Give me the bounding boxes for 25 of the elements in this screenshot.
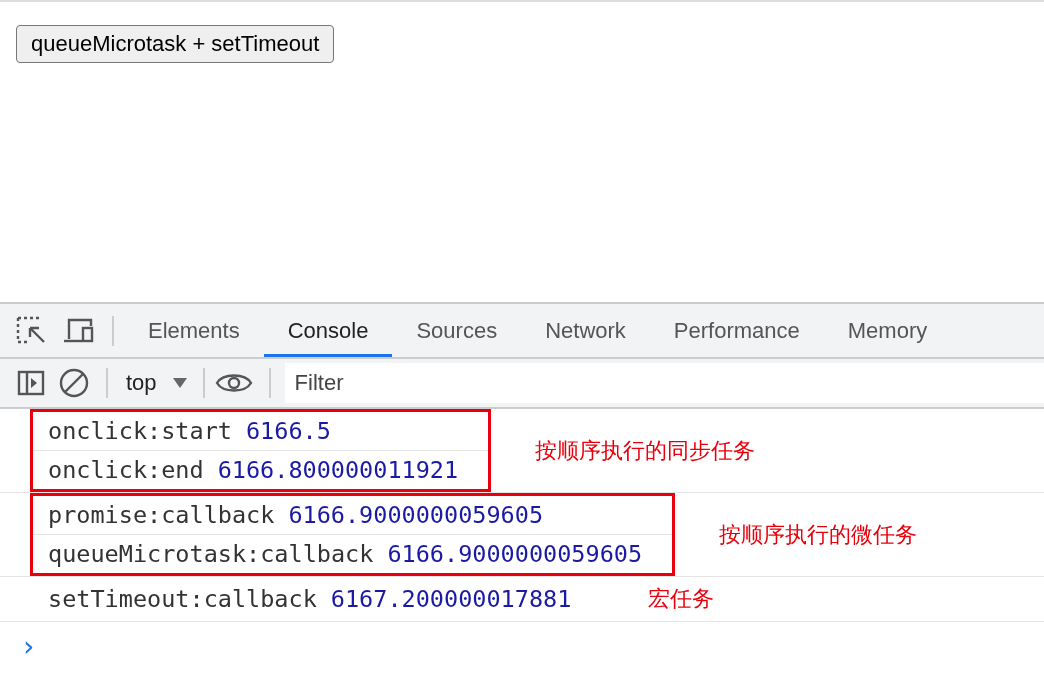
page-button[interactable]: queueMicrotask + setTimeout (16, 25, 335, 63)
devtools-tab[interactable]: Sources (392, 304, 522, 357)
annotation: 按顺序执行的同步任务 (535, 436, 756, 465)
devtools-tab[interactable]: Elements (124, 304, 264, 357)
log-value: 6166.800000011921 (217, 456, 459, 484)
clear-icon[interactable] (58, 367, 90, 399)
log-value: 6167.200000017881 (330, 585, 572, 613)
devtools-tab[interactable]: Memory (823, 304, 952, 357)
sidebar-toggle-icon[interactable] (16, 368, 46, 398)
devtools-tab[interactable]: Performance (649, 304, 824, 357)
log-message: onclick:start (48, 417, 232, 445)
devtools-tab[interactable]: Network (521, 304, 650, 357)
log-value: 6166.5 (245, 417, 331, 445)
log-message: setTimeout:callback (48, 585, 317, 613)
dropdown-icon (170, 377, 189, 389)
console-prompt[interactable]: › (20, 630, 37, 663)
annotation: 宏任务 (648, 585, 715, 613)
log-message: queueMicrotask:callback (48, 540, 374, 568)
log-value: 6166.9000000059605 (288, 501, 544, 529)
log-value: 6166.9000000059605 (387, 540, 643, 568)
context-select[interactable]: top (126, 370, 189, 396)
filter-field[interactable]: Filter (284, 363, 1044, 403)
annotation: 按顺序执行的微任务 (719, 520, 918, 549)
log-message: promise:callback (48, 501, 275, 529)
log-message: onclick:end (48, 456, 204, 484)
